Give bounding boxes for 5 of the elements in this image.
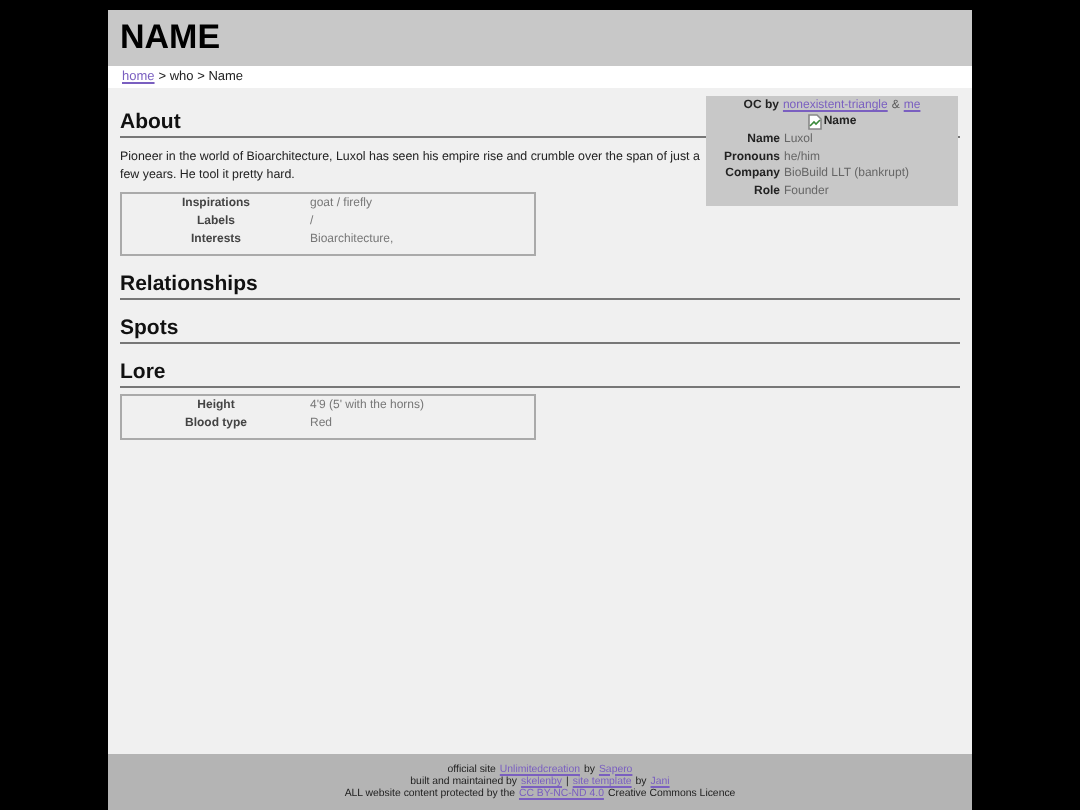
section-heading: Lore — [120, 360, 960, 388]
section-heading: Relationships — [120, 272, 960, 300]
page-title: NAME — [120, 18, 221, 58]
section-heading: Spots — [120, 316, 960, 344]
broken-image-icon — [807, 114, 822, 130]
